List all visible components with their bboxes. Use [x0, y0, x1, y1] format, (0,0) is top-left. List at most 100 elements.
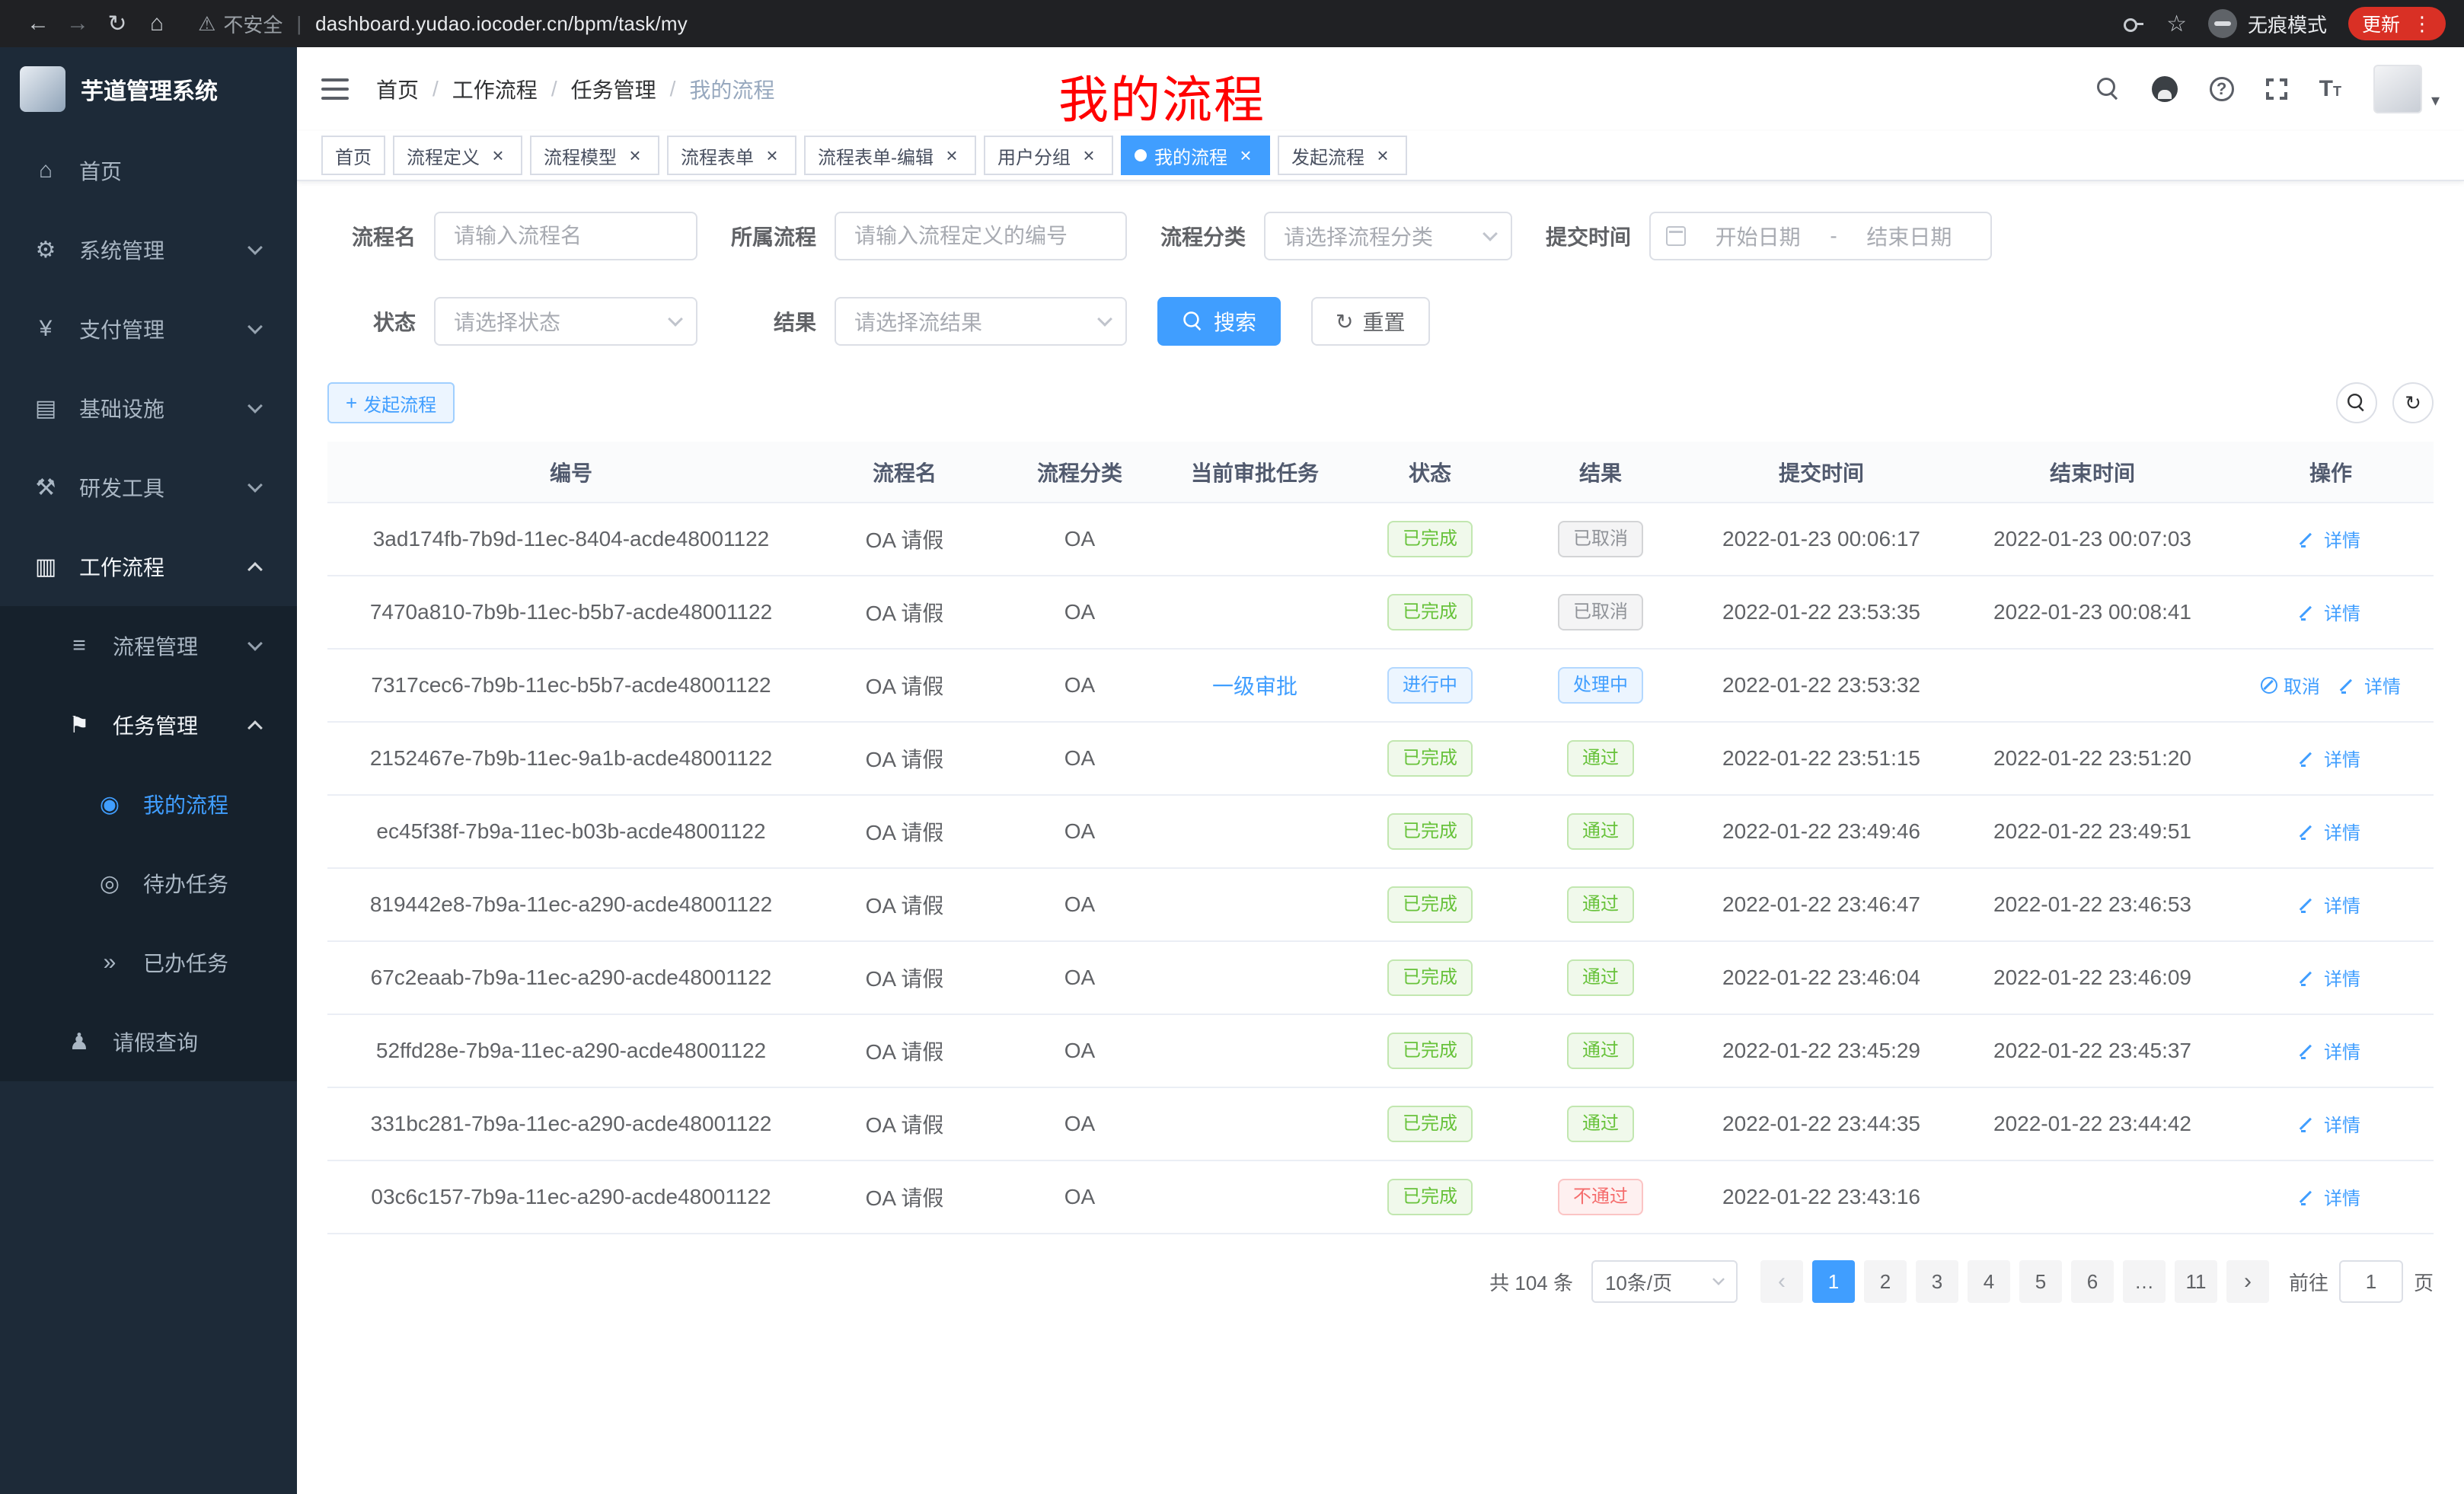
result-select[interactable]: 请选择流结果 — [835, 297, 1127, 346]
page-button-6[interactable]: 6 — [2071, 1260, 2114, 1303]
sidebar-item-done-tasks[interactable]: »已办任务 — [0, 923, 297, 1002]
browser-reload-icon[interactable]: ↻ — [97, 11, 137, 37]
logo[interactable]: 芋道管理系统 — [0, 47, 297, 131]
tab-process-form[interactable]: 流程表单 × — [667, 136, 796, 175]
browser-home-icon[interactable]: ⌂ — [137, 11, 177, 37]
sidebar-item-home[interactable]: ⌂首页 — [0, 131, 297, 210]
close-icon[interactable]: × — [487, 145, 509, 166]
close-icon[interactable]: × — [761, 145, 783, 166]
breadcrumb-item-workflow[interactable]: 工作流程 — [452, 74, 538, 104]
cell-task — [1165, 722, 1345, 795]
browser-forward-icon[interactable]: → — [58, 11, 97, 37]
page-button-5[interactable]: 5 — [2019, 1260, 2062, 1303]
cell-task — [1165, 941, 1345, 1014]
detail-action[interactable]: 详情 — [2341, 672, 2401, 698]
tab-process-form-edit[interactable]: 流程表单-编辑× — [804, 136, 976, 175]
detail-action[interactable]: 详情 — [2301, 1110, 2360, 1137]
browser-update-button[interactable]: 更新 ⋮ — [2348, 7, 2446, 40]
browser-back-icon[interactable]: ← — [18, 11, 58, 37]
detail-label: 详情 — [2324, 525, 2360, 552]
category-select[interactable]: 请选择流程分类 — [1264, 212, 1512, 260]
cell-category: OA — [994, 1087, 1165, 1160]
sidebar-item-todo-tasks[interactable]: ◎待办任务 — [0, 844, 297, 923]
sidebar-item-devtools[interactable]: ⚒研发工具 — [0, 448, 297, 527]
close-icon[interactable]: × — [1078, 145, 1100, 166]
result-badge: 通过 — [1567, 959, 1634, 996]
close-icon[interactable]: × — [1235, 145, 1256, 166]
detail-action[interactable]: 详情 — [2301, 964, 2360, 991]
help-icon[interactable] — [2210, 77, 2234, 101]
date-range-picker[interactable]: 开始日期 - 结束日期 — [1649, 212, 1992, 260]
sidebar-collapse-icon[interactable] — [321, 78, 349, 100]
current-task-link[interactable]: 一级审批 — [1212, 675, 1297, 698]
prev-page-button[interactable]: ‹ — [1760, 1260, 1803, 1303]
toggle-search-button[interactable] — [2336, 382, 2377, 423]
sidebar-item-process-mgmt[interactable]: ≡流程管理 — [0, 606, 297, 685]
search-button[interactable]: 搜索 — [1157, 297, 1281, 346]
edit-icon — [2301, 1042, 2318, 1059]
sidebar-item-leave-query[interactable]: ♟请假查询 — [0, 1002, 297, 1081]
sidebar-item-infra[interactable]: ▤基础设施 — [0, 369, 297, 448]
menu-dots-icon[interactable]: ⋮ — [2412, 12, 2432, 36]
address-bar[interactable]: ⚠ 不安全 | dashboard.yudao.iocoder.cn/bpm/t… — [198, 10, 688, 38]
detail-action[interactable]: 详情 — [2301, 818, 2360, 844]
goto-page-input[interactable] — [2339, 1260, 2403, 1303]
detail-label: 详情 — [2324, 891, 2360, 918]
tab-label: 流程表单 — [681, 142, 754, 169]
chevron-down-icon — [1097, 311, 1112, 327]
close-icon[interactable]: × — [941, 145, 962, 166]
next-page-button[interactable]: › — [2226, 1260, 2269, 1303]
detail-action[interactable]: 详情 — [2301, 599, 2360, 625]
page-button-1[interactable]: 1 — [1812, 1260, 1855, 1303]
github-icon[interactable] — [2152, 76, 2178, 102]
profile-chip[interactable]: 无痕模式 — [2208, 9, 2327, 38]
detail-action[interactable]: 详情 — [2301, 525, 2360, 552]
tab-start-process[interactable]: 发起流程 × — [1278, 136, 1407, 175]
sidebar-item-my-process[interactable]: ◉我的流程 — [0, 765, 297, 844]
page-button-11[interactable]: 11 — [2175, 1260, 2217, 1303]
tab-label: 用户分组 — [997, 142, 1071, 169]
cancel-action[interactable]: 取消 — [2261, 672, 2320, 698]
tab-label: 发起流程 — [1291, 142, 1364, 169]
process-name-input[interactable] — [434, 212, 697, 260]
page-button-3[interactable]: 3 — [1916, 1260, 1958, 1303]
filter-category: 流程分类 请选择流程分类 — [1157, 212, 1512, 260]
page-size-select[interactable]: 10条/页 — [1591, 1260, 1738, 1303]
tab-my-process[interactable]: 我的流程× — [1121, 136, 1270, 175]
cell-id: 03c6c157-7b9a-11ec-a290-acde48001122 — [327, 1160, 815, 1234]
tab-process-model[interactable]: 流程模型× — [530, 136, 659, 175]
owner-process-input[interactable] — [835, 212, 1127, 260]
key-icon[interactable] — [2122, 12, 2145, 35]
fullscreen-icon[interactable] — [2266, 78, 2287, 100]
tab-user-group[interactable]: 用户分组 × — [984, 136, 1113, 175]
bookmark-star-icon[interactable]: ☆ — [2166, 11, 2187, 37]
sidebar-item-task-mgmt[interactable]: ⚑任务管理 — [0, 685, 297, 765]
user-menu[interactable]: ▾ — [2373, 65, 2440, 113]
sidebar-item-system[interactable]: ⚙系统管理 — [0, 210, 297, 289]
search-icon[interactable] — [2097, 78, 2120, 101]
profile-label: 无痕模式 — [2248, 10, 2327, 38]
tab-process-definition[interactable]: 流程定义× — [393, 136, 522, 175]
page-button-4[interactable]: 4 — [1968, 1260, 2010, 1303]
refresh-icon: ↻ — [2405, 391, 2421, 415]
sidebar-item-workflow[interactable]: ▥工作流程 — [0, 527, 297, 606]
detail-action[interactable]: 详情 — [2301, 1183, 2360, 1210]
close-icon[interactable]: × — [1372, 145, 1393, 166]
sidebar-item-payment[interactable]: ¥支付管理 — [0, 289, 297, 369]
breadcrumb-item-my-process: 我的流程 — [689, 74, 774, 104]
close-icon[interactable]: × — [624, 145, 646, 166]
detail-action[interactable]: 详情 — [2301, 745, 2360, 771]
tab-home[interactable]: 首页 — [321, 136, 385, 175]
breadcrumb-item-home[interactable]: 首页 — [376, 74, 419, 104]
detail-action[interactable]: 详情 — [2301, 1037, 2360, 1064]
breadcrumb-item-task-mgmt[interactable]: 任务管理 — [571, 74, 656, 104]
status-select[interactable]: 请选择状态 — [434, 297, 697, 346]
font-size-icon[interactable] — [2319, 78, 2341, 101]
detail-action[interactable]: 详情 — [2301, 891, 2360, 918]
start-process-button[interactable]: + 发起流程 — [327, 382, 455, 423]
refresh-table-button[interactable]: ↻ — [2392, 382, 2434, 423]
page-button-2[interactable]: 2 — [1864, 1260, 1907, 1303]
reset-button[interactable]: ↻ 重置 — [1311, 297, 1429, 346]
annotation-my-process: 我的流程 — [1058, 59, 1266, 132]
page-ellipsis[interactable]: … — [2123, 1260, 2166, 1303]
